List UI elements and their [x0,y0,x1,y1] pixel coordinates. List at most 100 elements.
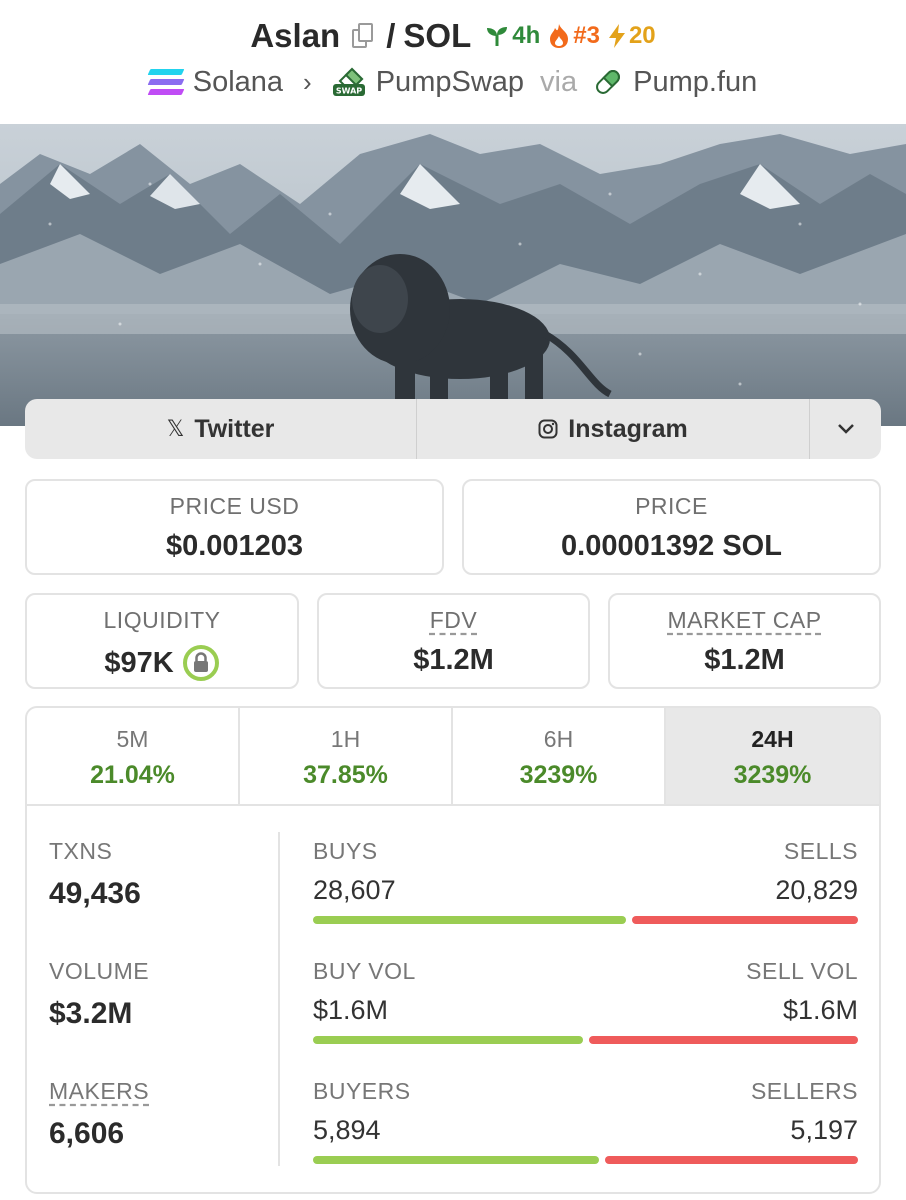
sell-vol-value: $1.6M [782,995,858,1025]
tab-label: 1H [330,726,361,752]
makers-label[interactable]: MAKERS [49,1078,149,1105]
price-usd-label: PRICE USD [169,493,300,519]
txns-value: 49,436 [49,877,141,910]
instagram-icon [538,419,558,439]
sellers-bar-fill [605,1156,858,1164]
age-badge: 4h [485,22,540,50]
price-usd-value: $0.001203 [165,530,304,562]
tab-change: 37.85% [303,761,388,789]
pill-icon [593,67,623,97]
buyers-value: 5,894 [313,1115,381,1145]
twitter-button[interactable]: 𝕏 Twitter [25,399,417,459]
buys-sells-bar [313,916,858,924]
buy-vol-label: BUY VOL [313,958,416,984]
buy-vol-value: $1.6M [313,995,389,1025]
tab-6h[interactable]: 6H 3239% [453,708,666,804]
tab-label: 5M [116,726,149,752]
more-socials-button[interactable] [810,399,881,459]
boost-value: 20 [628,22,656,49]
sell-vol-bar-fill [589,1036,858,1044]
liquidity-value: $97K [104,646,174,679]
metrics-divider [278,832,280,1166]
metrics-grid: TXNS 49,436 VOLUME $3.2M MAKERS 6,606 BU… [27,806,879,1192]
flame-icon [550,24,569,48]
buyers-label: BUYERS [313,1078,411,1104]
buys-value: 28,607 [313,875,396,905]
instagram-button[interactable]: Instagram [417,399,810,459]
lightning-icon [608,24,625,48]
price-native-label: PRICE [635,493,708,519]
makers-metric: MAKERS 6,606 [49,1078,149,1151]
fdv-box: FDV $1.2M [317,593,590,689]
x-icon: 𝕏 [166,416,185,441]
volume-value: $3.2M [49,997,133,1030]
age-value: 4h [512,22,541,49]
price-usd-box: PRICE USD $0.001203 [25,479,444,575]
twitter-label: Twitter [194,414,275,443]
buy-sell-vol-bar [313,1036,858,1044]
price-native-box: PRICE 0.00001392 SOL [462,479,881,575]
fdv-label[interactable]: FDV [319,607,588,634]
sellers-value: 5,197 [790,1115,858,1145]
sellers-label: SELLERS [750,1078,858,1104]
market-cap-box: MARKET CAP $1.2M [608,593,881,689]
tab-24h[interactable]: 24H 3239% [666,708,879,804]
liquidity-label: LIQUIDITY [103,607,221,633]
chevron-down-icon [837,424,854,434]
tab-1h[interactable]: 1H 37.85% [240,708,453,804]
buys-bar-fill [313,916,626,924]
buy-vol-bar-fill [313,1036,583,1044]
makers-value: 6,606 [49,1117,125,1150]
tab-change: 3239% [519,761,598,789]
timeframe-tabs: 5M 21.04% 1H 37.85% 6H 3239% 24H 3239% [27,708,879,806]
rank-value: #3 [573,22,600,49]
liquidity-box: LIQUIDITY $97K [25,593,299,689]
buyers-sellers-bar [313,1156,858,1164]
trending-rank-badge[interactable]: #3 [548,22,600,50]
pumpswap-icon: SWAP [332,67,366,97]
boost-badge[interactable]: 20 [608,22,656,50]
tab-label: 24H [751,726,794,752]
volume-label: VOLUME [49,958,150,984]
sell-vol-label: SELL VOL [746,958,858,984]
buy-sell-volume-metric: BUY VOL SELL VOL $1.6M $1.6M [313,958,858,1044]
tab-change: 3239% [733,761,812,789]
token-banner-image [0,124,906,426]
buyers-sellers-metric: BUYERS SELLERS 5,894 5,197 [313,1078,858,1164]
social-links: 𝕏 Twitter Instagram [25,399,881,459]
stats-panel: 5M 21.04% 1H 37.85% 6H 3239% 24H 3239% T… [25,706,881,1194]
pumpswap-icon-label: SWAP [336,87,362,96]
buys-label: BUYS [313,838,378,864]
liquidity-value-row: $97K [27,644,297,682]
token-name: Aslan [250,17,341,54]
market-cap-label[interactable]: MARKET CAP [610,607,879,634]
lock-icon[interactable] [182,644,220,682]
volume-metric: VOLUME $3.2M [49,958,149,1031]
price-native-value: 0.00001392 SOL [561,530,782,562]
copy-icon[interactable] [352,23,374,49]
buys-sells-metric: BUYS SELLS 28,607 20,829 [313,838,858,924]
instagram-label: Instagram [568,414,688,443]
sells-bar-fill [632,916,858,924]
sells-value: 20,829 [775,875,858,905]
tab-label: 6H [543,726,574,752]
breadcrumb: Solana › SWAP PumpSwap via Pump.fun [0,60,906,104]
quote-token: SOL [403,17,472,54]
pair-separator: / [386,17,396,54]
solana-icon [147,69,185,95]
chain-name[interactable]: Solana [193,66,283,99]
txns-label: TXNS [49,838,113,864]
chevron-right-icon: › [303,66,312,97]
txns-metric: TXNS 49,436 [49,838,141,911]
fdv-value: $1.2M [413,644,494,676]
via-label: via [540,65,578,98]
launchpad-name[interactable]: Pump.fun [633,66,757,99]
tab-5m[interactable]: 5M 21.04% [27,708,240,804]
market-cap-value: $1.2M [704,644,785,676]
sells-label: SELLS [783,838,858,864]
seedling-icon [487,27,508,46]
pair-title: Aslan / SOL 4h #3 20 [0,14,906,58]
dex-name[interactable]: PumpSwap [376,66,524,99]
buyers-bar-fill [313,1156,599,1164]
tab-change: 21.04% [90,761,175,789]
